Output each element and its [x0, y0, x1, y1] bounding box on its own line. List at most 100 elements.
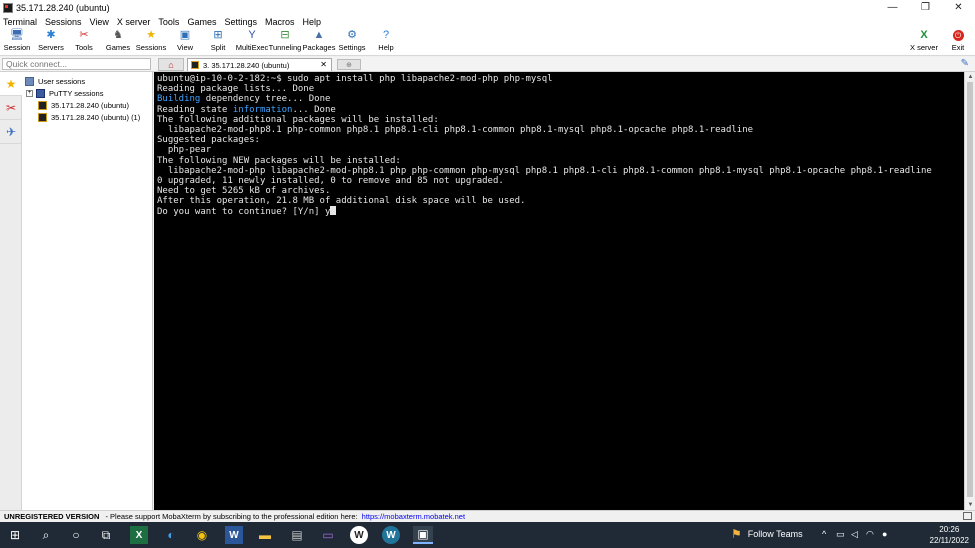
- edge-icon[interactable]: ◐: [162, 526, 180, 544]
- tree-putty-sessions[interactable]: + PuTTY sessions: [26, 87, 103, 99]
- task-view-icon[interactable]: ⧉: [97, 526, 115, 544]
- menu-xserver[interactable]: X server: [117, 17, 151, 27]
- terminal-text: Need to get 5265 kB of archives.: [157, 186, 331, 197]
- tools-button[interactable]: ✂ Tools: [67, 28, 101, 56]
- tunneling-button[interactable]: ⊟ Tunneling: [268, 28, 302, 56]
- session-icon: 🖥: [10, 29, 24, 41]
- menu-view[interactable]: View: [90, 17, 109, 27]
- tools-strip-button[interactable]: ✂: [0, 96, 22, 120]
- tree-user-sessions[interactable]: User sessions: [25, 75, 85, 87]
- terminal-highlight-text: Building: [157, 94, 201, 105]
- multiexec-button[interactable]: Y MultiExec: [235, 28, 269, 56]
- favorites-star-button[interactable]: ★: [0, 72, 22, 96]
- terminal-line: Suggested packages:: [157, 135, 964, 145]
- title-bar: 35.171.28.240 (ubuntu) — ❐ ✕: [0, 0, 975, 15]
- settings-icon: ⚙: [347, 29, 357, 41]
- home-tab[interactable]: ⌂: [158, 58, 184, 71]
- word-icon[interactable]: W: [225, 526, 243, 544]
- excel-icon[interactable]: X: [130, 526, 148, 544]
- packages-icon: ▲: [313, 29, 325, 41]
- settings-button[interactable]: ⚙ Settings: [335, 28, 369, 56]
- split-button[interactable]: ⊞ Split: [201, 28, 235, 56]
- star-icon: ★: [5, 76, 17, 91]
- terminal-line: php-pear: [157, 145, 964, 155]
- scrollbar-thumb[interactable]: [967, 82, 973, 497]
- help-icon: ?: [382, 29, 390, 41]
- help-button[interactable]: ? Help: [369, 28, 403, 56]
- network-icon[interactable]: ▭: [836, 529, 845, 540]
- follow-teams-widget[interactable]: ⚑ Follow Teams: [731, 527, 803, 541]
- tray-app-icon[interactable]: ●: [882, 529, 887, 539]
- windows-taskbar: ⊞ ⌕ ○ ⧉ X ◐ ◉ W ▬ ▤ ▭ W W ▣ ⚑ Follow Tea…: [0, 522, 975, 548]
- session-button[interactable]: 🖥 Session: [0, 28, 34, 56]
- terminal-line: The following additional packages will b…: [157, 115, 964, 125]
- menu-sessions[interactable]: Sessions: [45, 17, 82, 27]
- close-window-button[interactable]: ✕: [942, 0, 975, 15]
- chevron-up-icon[interactable]: ^: [822, 529, 826, 539]
- volume-icon[interactable]: ◁: [851, 529, 858, 540]
- scroll-down-icon[interactable]: ▼: [965, 500, 975, 510]
- menu-settings[interactable]: Settings: [224, 17, 257, 27]
- xserver-button[interactable]: X X server: [907, 28, 941, 56]
- exit-button[interactable]: ⏻ Exit: [941, 28, 975, 56]
- scissors-icon: ✂: [5, 100, 17, 115]
- windows-start-icon[interactable]: ⊞: [6, 526, 24, 544]
- tab-session-3[interactable]: 3. 35.171.28.240 (ubuntu) ✕: [187, 58, 332, 71]
- view-button[interactable]: ▣ View: [168, 28, 202, 56]
- wordpress-icon[interactable]: W: [350, 526, 368, 544]
- new-tab-button[interactable]: ⊕: [337, 59, 361, 70]
- macros-strip-button[interactable]: ✈: [0, 120, 22, 144]
- ssh-session-icon: [38, 100, 47, 110]
- paper-plane-icon: ✈: [5, 124, 17, 139]
- terminal-text: dependency tree... Done: [200, 94, 331, 105]
- status-window-icon: [963, 512, 972, 520]
- terminal-text: php-pear: [157, 145, 212, 156]
- terminal-line: The following NEW packages will be insta…: [157, 156, 964, 166]
- servers-icon: ✱: [46, 29, 56, 41]
- minimize-button[interactable]: —: [876, 0, 909, 15]
- expand-icon[interactable]: +: [26, 89, 33, 97]
- cortana-icon[interactable]: ○: [67, 526, 85, 544]
- menu-games[interactable]: Games: [187, 17, 216, 27]
- sessions-star-icon: ★: [146, 29, 156, 41]
- tree-session-item[interactable]: 35.171.28.240 (ubuntu): [38, 99, 129, 111]
- menu-bar: Terminal Sessions View X server Tools Ga…: [0, 15, 975, 28]
- terminal-line: Reading state information... Done: [157, 105, 964, 115]
- window-controls: — ❐ ✕: [876, 0, 975, 15]
- quick-connect-input[interactable]: [2, 58, 151, 70]
- chrome-icon[interactable]: ◉: [193, 526, 211, 544]
- mobatek-link[interactable]: https://mobaxterm.mobatek.net: [362, 512, 465, 521]
- maximize-button[interactable]: ❐: [909, 0, 942, 15]
- menu-tools[interactable]: Tools: [158, 17, 179, 27]
- wifi-icon[interactable]: ◠: [866, 529, 874, 540]
- scroll-up-icon[interactable]: ▲: [965, 72, 975, 82]
- terminal-cursor: [330, 206, 337, 216]
- search-icon[interactable]: ⌕: [37, 526, 55, 544]
- clock-time: 20:26: [939, 525, 960, 534]
- tree-session-item[interactable]: 35.171.28.240 (ubuntu) (1): [38, 111, 140, 123]
- games-icon: ♞: [113, 29, 123, 41]
- menu-macros[interactable]: Macros: [265, 17, 295, 27]
- terminal-highlight-text: information: [232, 104, 293, 115]
- tools-icon: ✂: [79, 29, 89, 41]
- app-icon[interactable]: ▭: [319, 526, 337, 544]
- system-clock[interactable]: 20:26 22/11/2022: [930, 524, 969, 546]
- menu-help[interactable]: Help: [303, 17, 322, 27]
- terminal-scrollbar[interactable]: ▲ ▼: [964, 72, 975, 510]
- app-icon[interactable]: ▤: [288, 526, 306, 544]
- terminal-output[interactable]: ubuntu@ip-10-0-2-182:~$ sudo apt install…: [154, 72, 964, 510]
- webex-icon[interactable]: W: [382, 526, 400, 544]
- terminal-text: Suggested packages:: [157, 135, 260, 146]
- terminal-line: ubuntu@ip-10-0-2-182:~$ sudo apt install…: [157, 74, 964, 84]
- close-tab-icon[interactable]: ✕: [320, 60, 327, 69]
- terminal-text: 0 upgraded, 11 newly installed, 0 to rem…: [157, 175, 504, 186]
- mobaxterm-taskbar-icon[interactable]: ▣: [413, 526, 433, 544]
- games-button[interactable]: ♞ Games: [101, 28, 135, 56]
- servers-button[interactable]: ✱ Servers: [34, 28, 68, 56]
- terminal-text: After this operation, 21.8 MB of additio…: [157, 196, 526, 207]
- file-explorer-icon[interactable]: ▬: [256, 526, 274, 544]
- sessions-button[interactable]: ★ Sessions: [134, 28, 168, 56]
- packages-button[interactable]: ▲ Packages: [302, 28, 336, 56]
- paperclip-icon[interactable]: ✎: [961, 58, 969, 69]
- menu-terminal[interactable]: Terminal: [3, 17, 37, 27]
